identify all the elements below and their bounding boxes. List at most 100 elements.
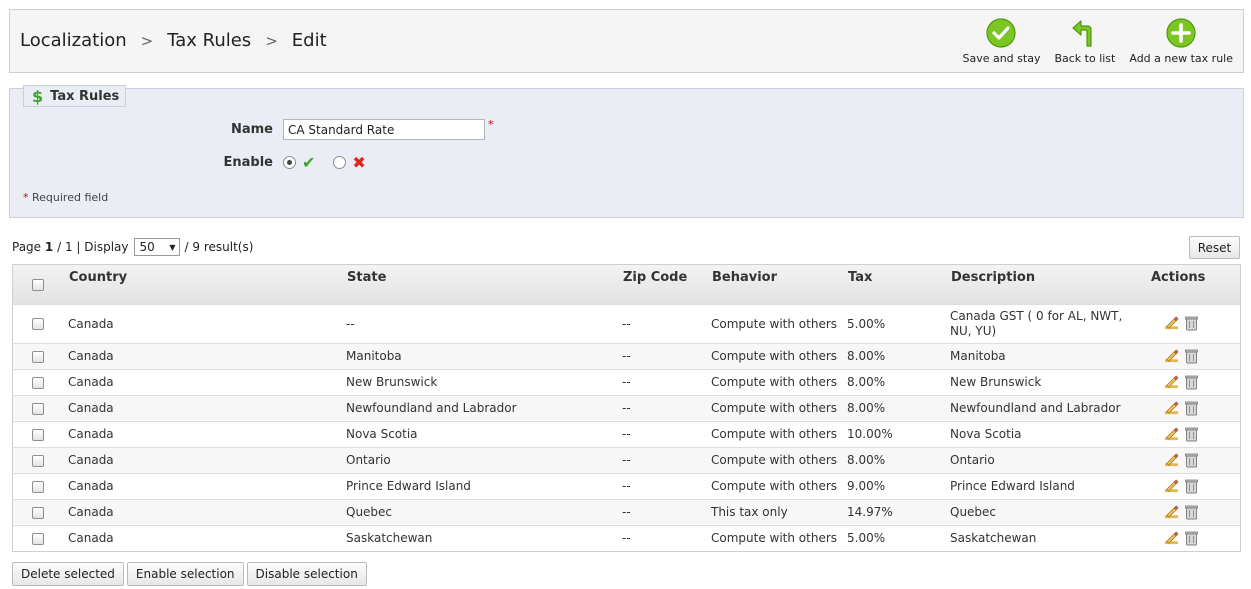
chevron-right-icon: > (265, 31, 278, 50)
per-page-select[interactable]: 50 ▼ (133, 238, 180, 256)
cell-state: New Brunswick (346, 368, 622, 395)
breadcrumb-localization[interactable]: Localization (20, 30, 127, 51)
table-row[interactable]: Canada Ontario -- Compute with others 8.00% O… (13, 446, 1240, 473)
cell-country: Canada (68, 394, 346, 421)
cell-tax: 5.00% (847, 524, 950, 551)
row-checkbox[interactable] (32, 506, 44, 519)
row-checkbox[interactable] (32, 350, 44, 363)
pencil-icon[interactable] (1164, 349, 1179, 364)
row-actions (1150, 479, 1240, 494)
row-select (13, 368, 68, 395)
cell-behavior: Compute with others (711, 524, 847, 551)
cell-behavior: Compute with others (711, 368, 847, 395)
pagination: Page 1 / 1 | Display 50 ▼ / 9 result(s) (12, 238, 253, 256)
row-checkbox[interactable] (32, 402, 44, 415)
col-country[interactable]: Country (68, 265, 346, 304)
trash-icon[interactable] (1185, 401, 1198, 416)
cell-country: Canada (68, 368, 346, 395)
trash-icon[interactable] (1185, 349, 1198, 364)
pencil-icon[interactable] (1164, 531, 1179, 546)
row-checkbox[interactable] (32, 428, 44, 441)
enable-selection-button[interactable]: Enable selection (126, 562, 244, 586)
delete-selected-button[interactable]: Delete selected (12, 562, 124, 586)
pencil-icon[interactable] (1164, 401, 1179, 416)
cell-description: Ontario (950, 446, 1150, 473)
row-checkbox[interactable] (32, 318, 44, 330)
check-icon: ✔ (302, 153, 316, 172)
required-star: * (488, 118, 494, 131)
enable-yes-radio[interactable] (283, 156, 296, 169)
name-input[interactable] (283, 119, 485, 140)
pencil-icon[interactable] (1164, 427, 1179, 442)
col-behavior[interactable]: Behavior (711, 265, 847, 304)
cell-state: Ontario (346, 446, 622, 473)
table-row[interactable]: Canada -- -- Compute with others 5.00% Canada… (13, 303, 1240, 343)
row-checkbox[interactable] (32, 532, 44, 545)
table-row[interactable]: Canada Prince Edward Island -- Compute with… (13, 472, 1240, 499)
table-header: Country State Zip Code Behavior Tax Desc… (13, 265, 1240, 304)
per-page-value: 50 (139, 240, 155, 254)
breadcrumb-tax-rules[interactable]: Tax Rules (167, 30, 251, 51)
cell-zip-code: -- (622, 342, 711, 369)
cell-actions (1150, 394, 1240, 421)
cell-country: Canada (68, 524, 346, 551)
table-row[interactable]: Canada Saskatchewan -- Compute with others 5… (13, 524, 1240, 551)
table-row[interactable]: Canada Manitoba -- Compute with others 8.00%… (13, 342, 1240, 369)
col-state[interactable]: State (346, 265, 622, 304)
select-all-checkbox[interactable] (32, 279, 44, 291)
cell-description: Manitoba (950, 342, 1150, 369)
pencil-icon[interactable] (1164, 375, 1179, 390)
cell-tax: 8.00% (847, 342, 950, 369)
trash-icon[interactable] (1185, 427, 1198, 442)
cell-actions (1150, 420, 1240, 447)
trash-icon[interactable] (1185, 479, 1198, 494)
pencil-icon[interactable] (1164, 479, 1179, 494)
pencil-icon[interactable] (1164, 453, 1179, 468)
cell-country: Canada (68, 446, 346, 473)
cell-country: Canada (68, 472, 346, 499)
cell-state: Quebec (346, 498, 622, 525)
enable-no-radio[interactable] (333, 156, 347, 169)
table-row[interactable]: Canada Newfoundland and Labrador -- Compute… (13, 394, 1240, 421)
cell-state: Newfoundland and Labrador (346, 394, 622, 421)
disable-selection-button[interactable]: Disable selection (246, 562, 367, 586)
cell-description: Newfoundland and Labrador (950, 394, 1150, 421)
cell-tax: 8.00% (847, 446, 950, 473)
row-checkbox[interactable] (32, 480, 44, 493)
cell-actions (1150, 498, 1240, 525)
enable-label: Enable (223, 155, 274, 170)
cell-actions (1150, 368, 1240, 395)
save-and-stay-button[interactable]: Save and stay (962, 18, 1040, 65)
cell-actions (1150, 472, 1240, 499)
select-all-header (13, 265, 68, 304)
table-row[interactable]: Canada Quebec -- This tax only 14.97% Quebec (13, 498, 1240, 525)
table-row[interactable]: Canada Nova Scotia -- Compute with others 10… (13, 420, 1240, 447)
col-tax[interactable]: Tax (847, 265, 950, 304)
row-select (13, 472, 68, 499)
trash-icon[interactable] (1185, 316, 1198, 331)
row-checkbox[interactable] (32, 454, 44, 467)
breadcrumb: Localization > Tax Rules > Edit (20, 30, 327, 51)
trash-icon[interactable] (1185, 375, 1198, 390)
row-actions (1150, 453, 1240, 468)
trash-icon[interactable] (1185, 531, 1198, 546)
cell-state: -- (346, 303, 622, 343)
row-checkbox[interactable] (32, 376, 44, 389)
pencil-icon[interactable] (1164, 505, 1179, 520)
cell-actions (1150, 524, 1240, 551)
cell-zip-code: -- (622, 368, 711, 395)
table-row[interactable]: Canada New Brunswick -- Compute with others… (13, 368, 1240, 395)
cell-behavior: Compute with others (711, 472, 847, 499)
cell-behavior: Compute with others (711, 446, 847, 473)
cell-zip-code: -- (622, 472, 711, 499)
reset-button[interactable]: Reset (1189, 236, 1240, 259)
col-zip-code[interactable]: Zip Code (622, 265, 711, 304)
add-new-tax-rule-button[interactable]: Add a new tax rule (1129, 18, 1233, 65)
name-label: Name (230, 122, 273, 137)
back-to-list-button[interactable]: Back to list (1054, 18, 1115, 65)
trash-icon[interactable] (1185, 505, 1198, 520)
col-description[interactable]: Description (950, 265, 1150, 304)
pencil-icon[interactable] (1164, 316, 1179, 331)
cell-behavior: Compute with others (711, 420, 847, 447)
trash-icon[interactable] (1185, 453, 1198, 468)
